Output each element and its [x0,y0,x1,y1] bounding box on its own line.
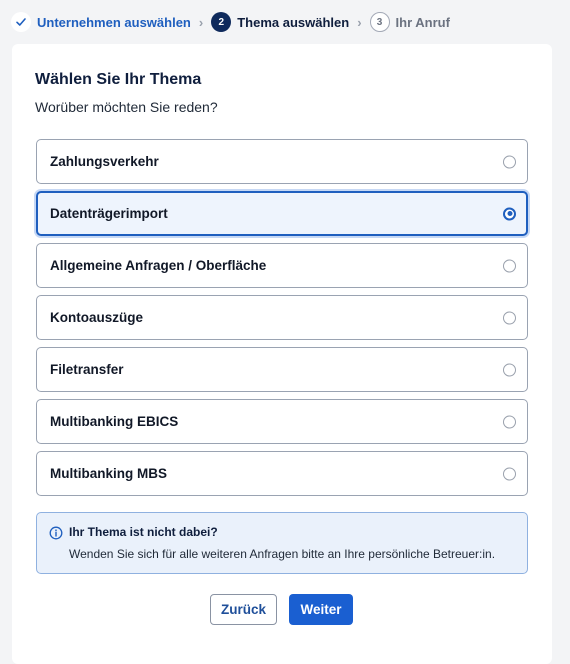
topic-option[interactable]: Kontoauszüge [36,295,528,340]
option-label: Multibanking EBICS [50,414,179,429]
step-company[interactable]: Unternehmen auswählen [11,12,191,32]
topic-option[interactable]: Zahlungsverkehr [36,139,528,184]
info-icon [49,526,63,540]
radio-button[interactable] [503,415,516,428]
radio-button[interactable] [503,467,516,480]
option-label: Multibanking MBS [50,466,167,481]
page-title: Wählen Sie Ihr Thema [35,71,202,88]
radio-button[interactable] [503,259,516,272]
topic-option[interactable]: Filetransfer [36,347,528,392]
topic-option[interactable]: Multibanking EBICS [36,399,528,444]
stepper: Unternehmen auswählen › 2 Thema auswähle… [0,0,570,44]
step-label: Thema auswählen [237,14,350,30]
option-label: Datenträgerimport [50,206,168,221]
topic-option[interactable]: Allgemeine Anfragen / Oberfläche [36,243,528,288]
check-icon [11,12,31,32]
next-button[interactable]: Weiter [289,594,353,625]
topic-option[interactable]: Datenträgerimport [36,191,528,236]
radio-button[interactable] [503,155,516,168]
step-topic: 2 Thema auswählen [211,12,349,32]
chevron-right-icon: › [357,14,362,30]
chevron-right-icon: › [198,14,204,30]
back-button[interactable]: Zurück [210,594,277,625]
radio-button[interactable] [503,363,516,376]
page-subtitle: Worüber möchten Sie reden? [35,99,218,115]
info-title: Ihr Thema ist nicht dabei? [69,525,218,539]
radio-button[interactable] [503,207,516,220]
step-label: Unternehmen auswählen [37,14,191,30]
info-text: Wenden Sie sich für alle weiteren Anfrag… [69,547,496,561]
option-label: Zahlungsverkehr [50,154,159,169]
step-label: Ihr Anruf [395,14,450,30]
step-number: 2 [211,12,232,32]
info-box: Ihr Thema ist nicht dabei? Wenden Sie si… [36,512,528,574]
topic-option[interactable]: Multibanking MBS [36,451,528,496]
option-label: Allgemeine Anfragen / Oberfläche [50,258,267,273]
step-number: 3 [369,12,390,32]
topic-card: Wählen Sie Ihr Thema Worüber möchten Sie… [12,44,552,664]
option-label: Kontoauszüge [50,310,143,325]
option-label: Filetransfer [50,362,124,377]
radio-button[interactable] [503,311,516,324]
topic-options: Zahlungsverkehr Datenträgerimport Allgem… [36,139,528,503]
step-call: 3 Ihr Anruf [369,12,450,32]
